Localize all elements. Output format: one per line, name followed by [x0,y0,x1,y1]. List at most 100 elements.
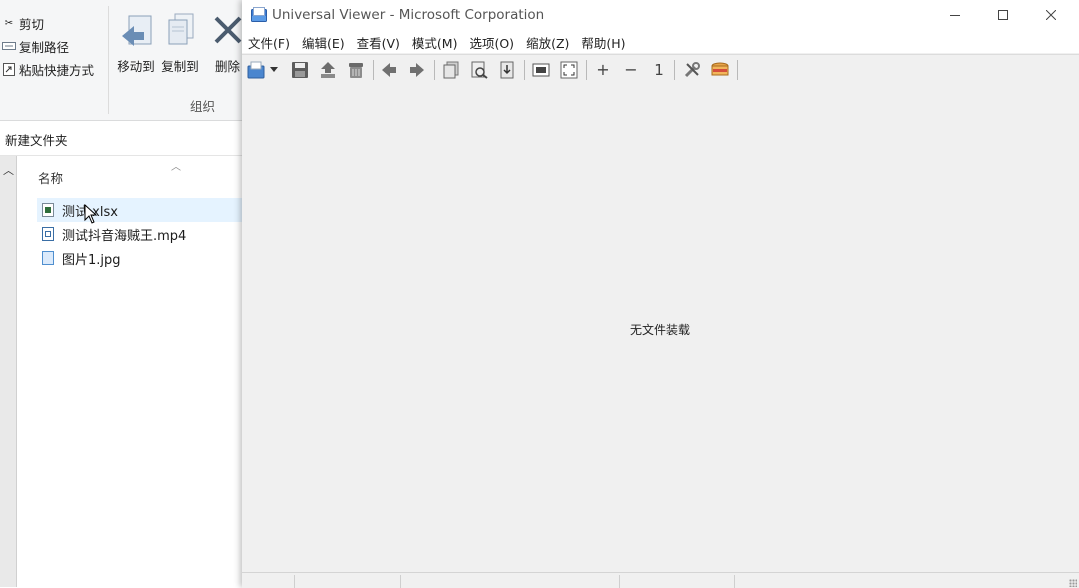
excel-file-icon [42,203,54,217]
copy-to-label: 复制到 [161,59,199,74]
resize-grip[interactable] [1069,579,1077,587]
print-preview-icon [471,61,488,79]
window-title: Universal Viewer - Microsoft Corporation [272,7,545,23]
tools-icon [684,62,700,78]
status-divider [734,575,735,588]
file-row[interactable]: 图片1.jpg [37,246,243,270]
file-row[interactable]: 测试抖音海贼王.mp4 [37,222,243,246]
delete-file-button[interactable] [345,59,367,81]
copy-to-button[interactable]: 复制到 [155,8,205,75]
file-name: 图片1.jpg [62,252,121,268]
cut-label: 剪切 [19,16,45,32]
menu-edit[interactable]: 编辑(E) [296,33,351,52]
paste-shortcut-label: 粘贴快捷方式 [19,62,95,78]
move-to-button[interactable]: 移动到 [111,8,161,75]
minimize-icon [950,15,960,16]
organize-group-label: 组织 [190,99,216,114]
chevron-up-icon[interactable]: ︿ [3,162,14,178]
ribbon-divider [108,6,109,114]
scissors-icon: ✂ [4,17,14,29]
toolbar-separator [737,60,738,80]
actual-size-icon: 1 [654,60,664,79]
move-to-icon [119,12,153,50]
mouse-cursor-icon [84,204,98,224]
title-bar[interactable]: Universal Viewer - Microsoft Corporation [242,0,1079,31]
plugin-box-icon [711,62,729,76]
toolbar-separator [373,60,374,80]
menu-zoom[interactable]: 缩放(Z) [520,33,575,52]
fullscreen-button[interactable] [558,59,580,81]
copy-button[interactable] [440,59,462,81]
toolbar: + − 1 [242,54,1079,85]
copy-path-label: 复制路径 [19,39,70,55]
arrow-right-icon [410,63,424,77]
copy-to-folder-icon [321,62,335,78]
dropdown-arrow-icon [270,67,278,72]
copy-path-button[interactable]: 复制路径 [2,36,69,56]
address-bar-text: 新建文件夹 [5,133,68,148]
delete-x-icon [212,12,242,50]
cut-button[interactable]: ✂ 剪切 [2,13,44,33]
print-preview-button[interactable] [468,59,490,81]
paste-shortcut-button[interactable]: 粘贴快捷方式 [2,59,94,79]
options-button[interactable] [681,59,703,81]
video-file-icon [42,227,54,241]
fit-window-button[interactable] [530,59,552,81]
toolbar-separator [434,60,435,80]
status-divider [619,575,620,588]
maximize-icon [998,10,1008,20]
app-icon [251,7,267,22]
zoom-out-icon: − [624,60,638,79]
open-folder-icon [247,61,265,79]
explorer-ribbon: ✂ 剪切 复制路径 粘贴快捷方式 移动到 复制到 删除 组织 [0,0,243,121]
paste-shortcut-icon [2,62,16,76]
name-column-header[interactable]: 名称 [38,168,63,187]
copy-pages-icon [443,61,459,79]
file-name: 测试抖音海贼王.mp4 [62,228,187,244]
plugins-button[interactable] [709,59,731,81]
menu-help[interactable]: 帮助(H) [575,33,631,52]
next-file-button[interactable] [406,59,428,81]
copy-to-icon [163,12,197,50]
viewer-content-area[interactable]: 无文件装载 [242,85,1079,572]
status-divider [294,575,295,588]
export-page-icon [500,61,514,79]
image-file-icon [42,251,54,265]
zoom-in-button[interactable]: + [592,59,614,81]
save-button[interactable] [289,59,311,81]
navigation-pane[interactable]: ︿ [0,156,17,587]
menu-bar: 文件(F) 编辑(E) 查看(V) 模式(M) 选项(O) 缩放(Z) 帮助(H… [242,31,1079,53]
status-divider [400,575,401,588]
previous-file-button[interactable] [378,59,400,81]
menu-options[interactable]: 选项(O) [463,33,520,52]
actual-size-button[interactable]: 1 [648,59,670,81]
trash-icon [349,63,363,78]
zoom-out-button[interactable]: − [620,59,642,81]
delete-label: 删除 [215,59,241,74]
copy-to-button[interactable] [317,59,339,81]
menu-file[interactable]: 文件(F) [242,33,296,52]
move-to-label: 移动到 [117,59,155,74]
menu-mode[interactable]: 模式(M) [406,33,464,52]
toolbar-separator [524,60,525,80]
copy-path-icon [2,39,16,53]
open-file-button[interactable] [246,59,268,81]
sort-caret-icon: ︿ [171,162,181,173]
menu-view[interactable]: 查看(V) [351,33,406,52]
fit-window-icon [532,63,550,77]
minimize-button[interactable] [932,0,978,30]
address-bar[interactable]: 新建文件夹 [0,121,243,156]
close-button[interactable] [1028,0,1074,30]
zoom-in-icon: + [596,60,610,79]
status-bar [242,572,1079,588]
open-dropdown-button[interactable] [268,59,280,81]
save-disk-icon [292,62,308,78]
close-icon [1046,10,1056,20]
file-row[interactable]: 测试.xlsx [37,198,243,222]
maximize-button[interactable] [980,0,1026,30]
no-file-loaded-message: 无文件装载 [630,323,691,337]
arrow-left-icon [382,63,396,77]
fullscreen-icon [560,61,578,79]
delete-button[interactable]: 删除 [206,8,246,75]
print-button[interactable] [496,59,518,81]
